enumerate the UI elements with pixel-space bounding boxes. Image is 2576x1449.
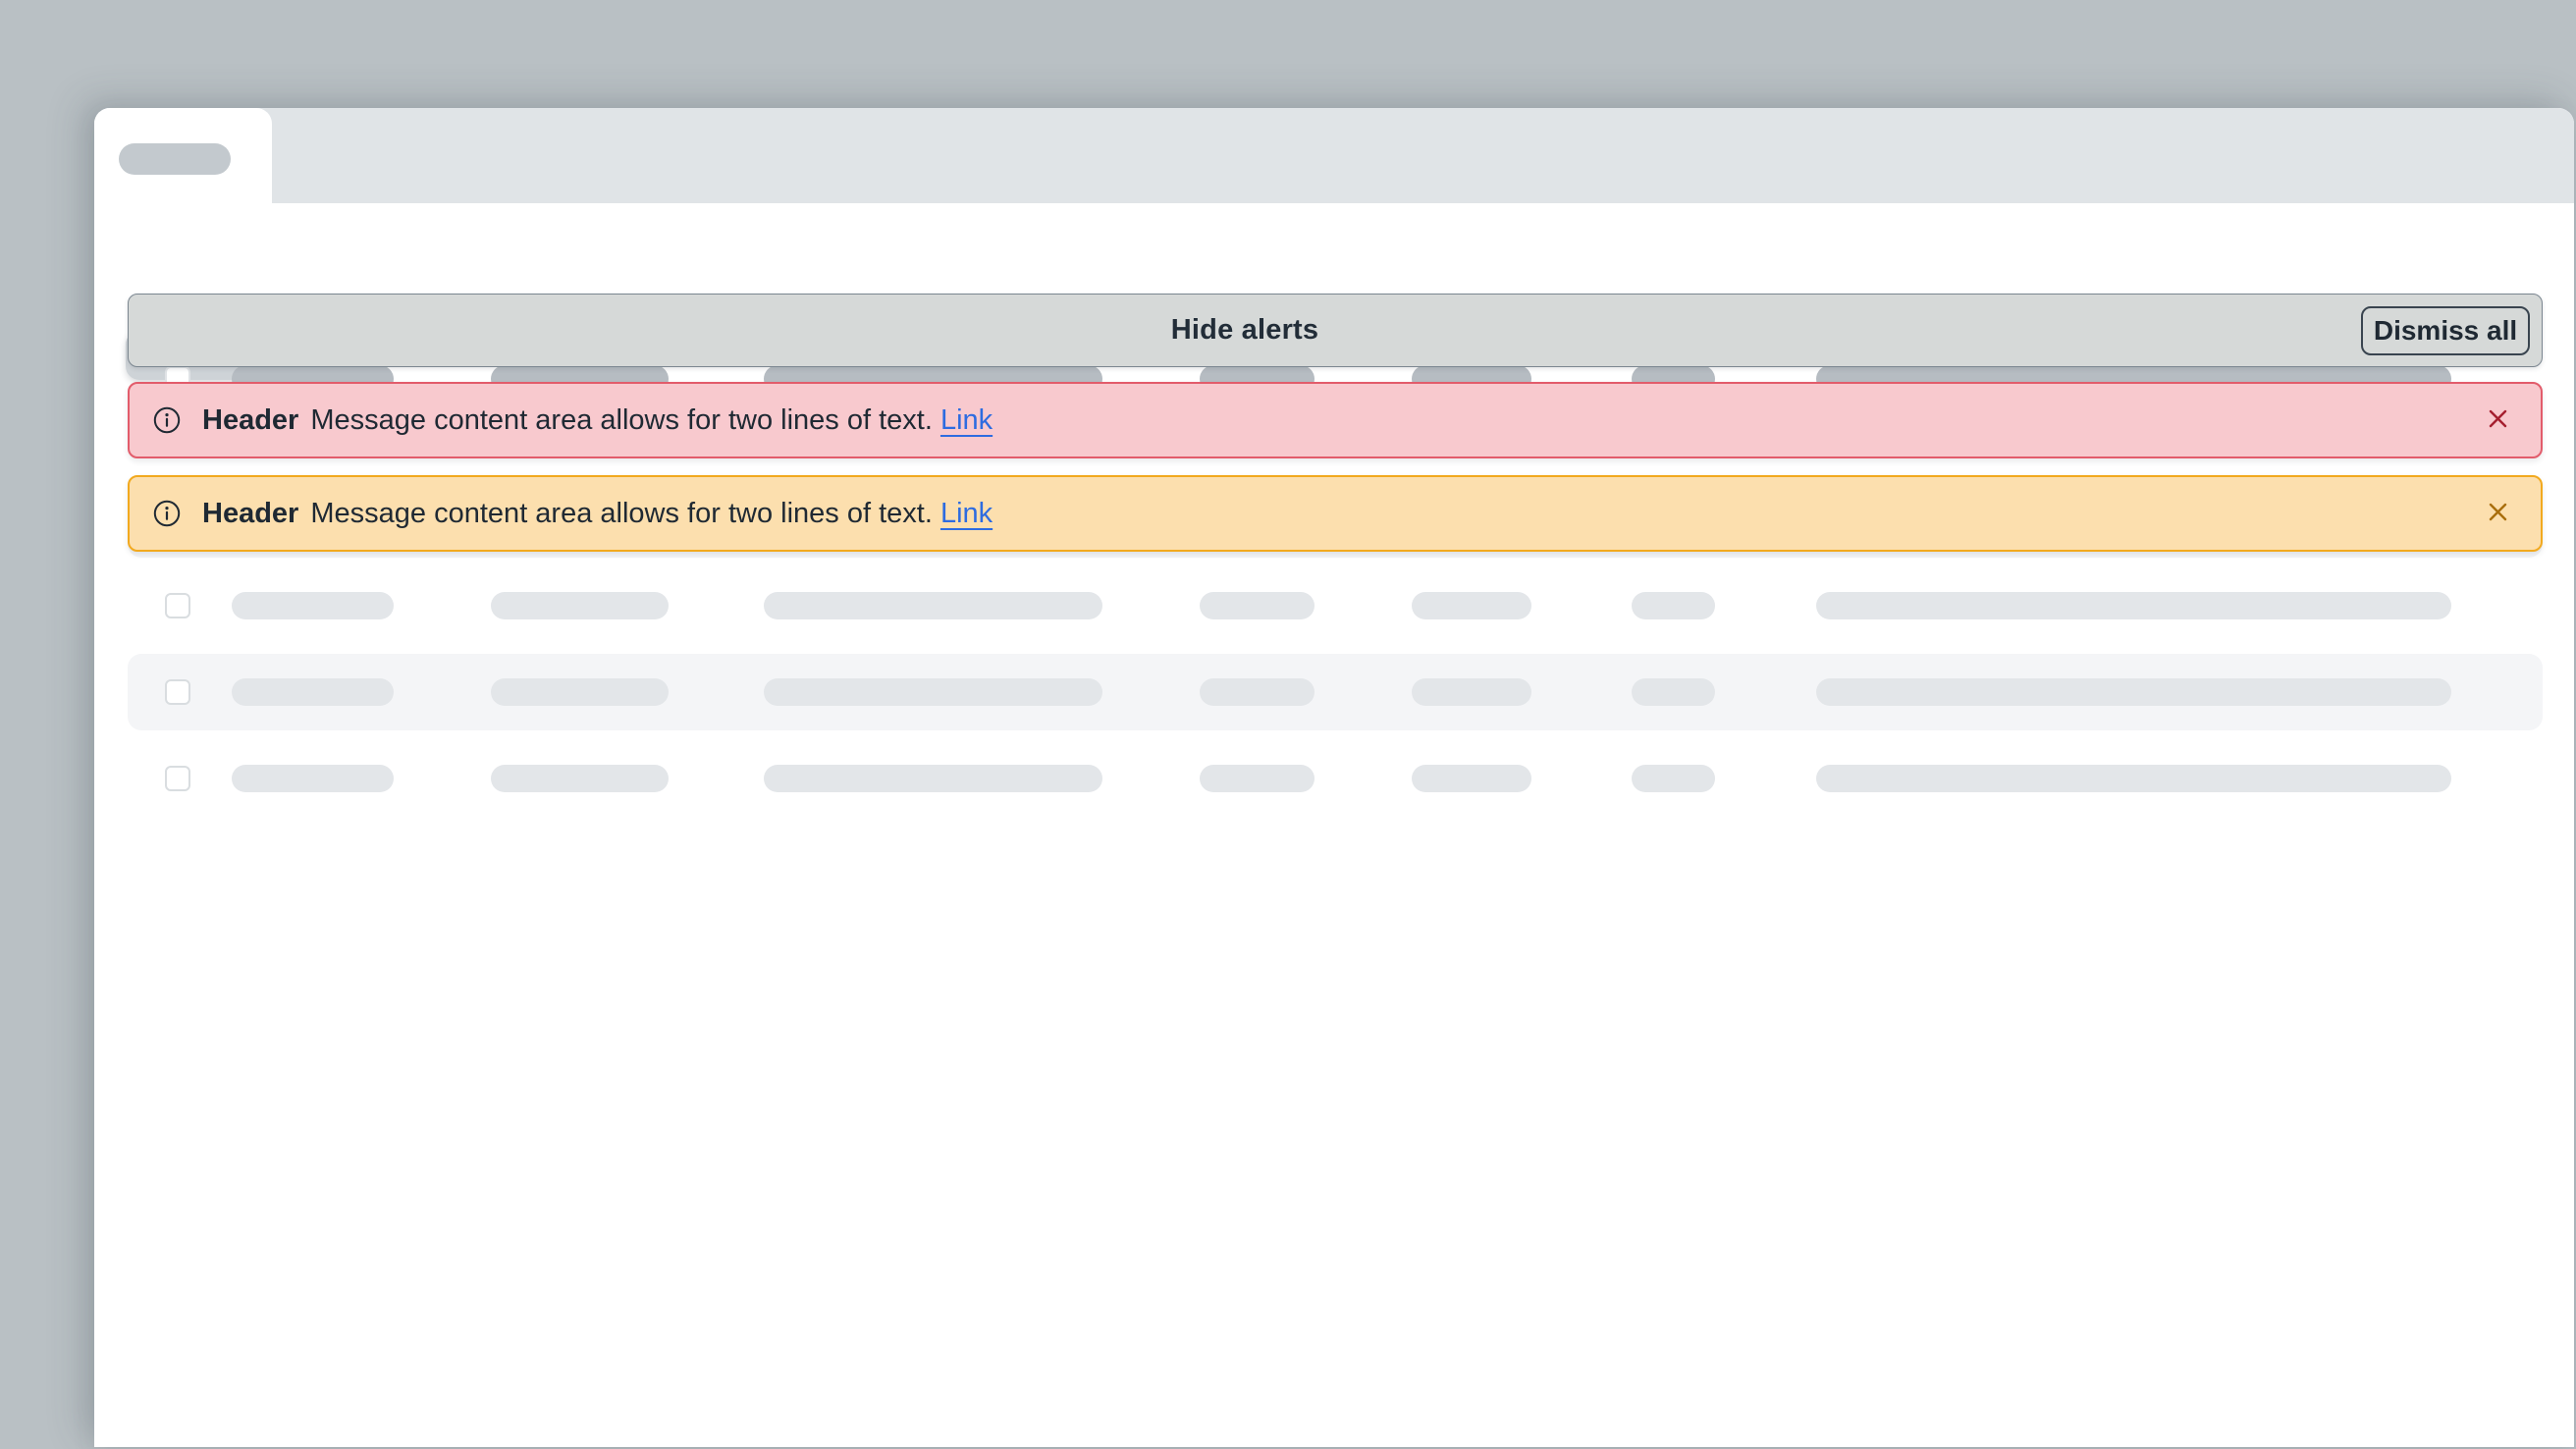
page-background: { "page": { "background_color": "#b9c0c4…: [0, 0, 2576, 1449]
close-button[interactable]: [2476, 399, 2519, 442]
close-icon: [2485, 405, 2511, 435]
hide-alerts-title: Hide alerts: [129, 314, 2361, 347]
alert-banner-error: Header Message content area allows for t…: [128, 382, 2543, 458]
skeleton-bar: [491, 765, 669, 792]
skeleton-bar: [1200, 592, 1315, 619]
info-icon: [153, 406, 181, 434]
content-area: Hide alerts Dismiss all Header Message c…: [94, 203, 2574, 1447]
app-window: Hide alerts Dismiss all Header Message c…: [94, 108, 2574, 1447]
alert-message: Message content area allows for two line…: [310, 498, 932, 529]
alert-link[interactable]: Link: [940, 498, 993, 529]
skeleton-bar: [232, 765, 394, 792]
row-checkbox[interactable]: [165, 679, 190, 705]
skeleton-bar: [1200, 765, 1315, 792]
skeleton-bar: [1632, 678, 1715, 706]
skeleton-bar: [1412, 592, 1531, 619]
skeleton-bar: [1412, 678, 1531, 706]
alert-header: Header: [202, 498, 298, 529]
table-row: [128, 567, 2543, 644]
skeleton-bar: [1816, 592, 2451, 619]
info-icon: [153, 500, 181, 527]
table-row: [128, 654, 2543, 730]
skeleton-bar: [1412, 765, 1531, 792]
skeleton-bar: [232, 678, 394, 706]
skeleton-bar: [1816, 678, 2451, 706]
tab-title-skeleton: [119, 143, 231, 175]
tab-bar: [94, 108, 2574, 203]
alert-banner-warning: Header Message content area allows for t…: [128, 475, 2543, 552]
skeleton-bar: [491, 678, 669, 706]
skeleton-bar: [764, 765, 1102, 792]
close-icon: [2485, 499, 2511, 528]
skeleton-bar: [491, 592, 669, 619]
skeleton-bar: [1200, 678, 1315, 706]
alert-text: Header Message content area allows for t…: [202, 404, 993, 437]
dismiss-all-button[interactable]: Dismiss all: [2361, 306, 2530, 355]
skeleton-bar: [1632, 592, 1715, 619]
skeleton-bar: [764, 592, 1102, 619]
alert-message: Message content area allows for two line…: [310, 404, 932, 436]
alert-link[interactable]: Link: [940, 404, 993, 436]
close-button[interactable]: [2476, 492, 2519, 535]
skeleton-bar: [232, 592, 394, 619]
hide-alerts-bar[interactable]: Hide alerts Dismiss all: [128, 294, 2543, 367]
table-row: [128, 740, 2543, 817]
browser-tab[interactable]: [94, 108, 272, 203]
skeleton-bar: [1816, 765, 2451, 792]
row-checkbox[interactable]: [165, 766, 190, 791]
alert-text: Header Message content area allows for t…: [202, 498, 993, 530]
skeleton-bar: [764, 678, 1102, 706]
skeleton-bar: [1632, 765, 1715, 792]
row-checkbox[interactable]: [165, 593, 190, 618]
alert-header: Header: [202, 404, 298, 436]
